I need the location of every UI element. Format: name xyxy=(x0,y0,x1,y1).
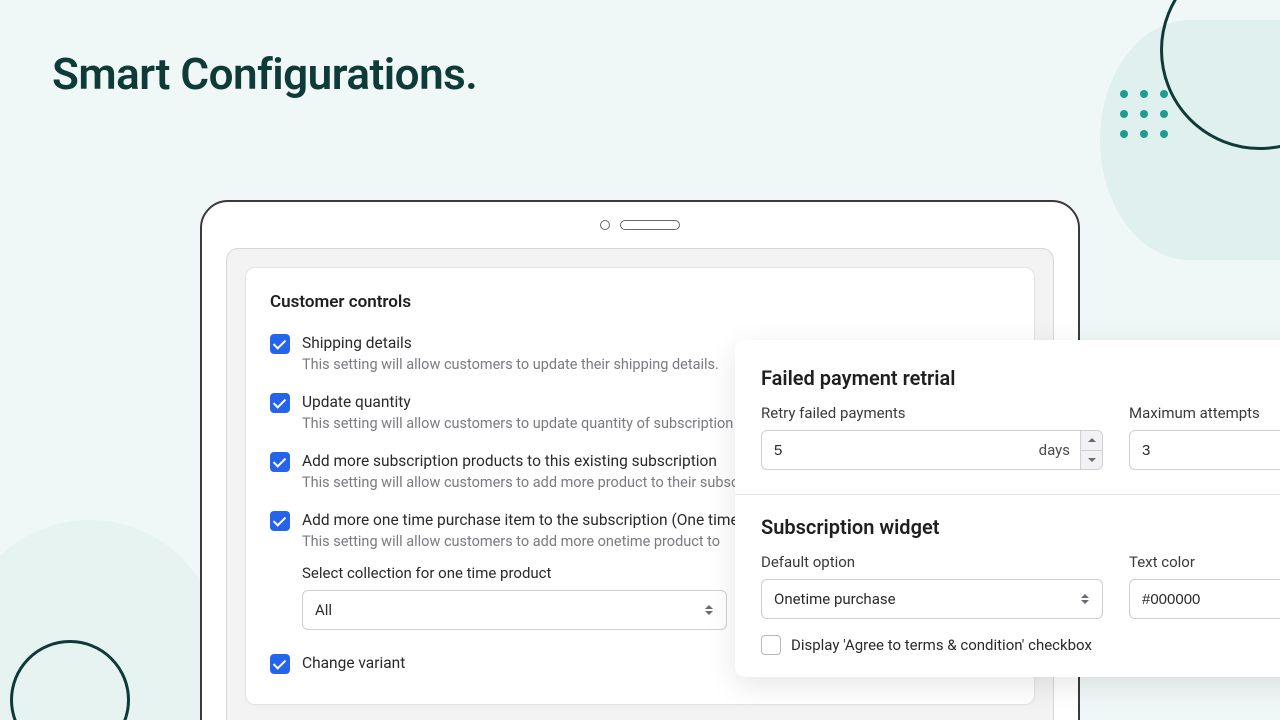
speaker-icon xyxy=(620,220,680,230)
camera-icon xyxy=(600,220,610,230)
text-color-input[interactable] xyxy=(1129,579,1280,619)
retry-label: Retry failed payments xyxy=(761,404,1103,422)
option-label: Update quantity xyxy=(302,393,733,411)
checkbox-add-subscription-products[interactable] xyxy=(270,452,290,472)
checkbox-shipping-details[interactable] xyxy=(270,334,290,354)
checkbox-update-quantity[interactable] xyxy=(270,393,290,413)
stepper-up-button[interactable] xyxy=(1081,431,1102,450)
option-label: Add more subscription products to this e… xyxy=(302,452,780,470)
settings-float-panel: Failed payment retrial Retry failed paym… xyxy=(735,340,1280,677)
terms-checkbox[interactable] xyxy=(761,635,781,655)
device-top-bar xyxy=(202,202,1078,248)
default-option-value: Onetime purchase xyxy=(774,590,896,608)
decoration-dots-grid xyxy=(1120,90,1170,140)
collection-select[interactable]: All xyxy=(302,590,727,630)
retry-days-stepper xyxy=(1080,431,1102,469)
customer-controls-heading: Customer controls xyxy=(270,292,1010,312)
collection-select-value: All xyxy=(315,601,332,619)
option-desc: This setting will allow customers to upd… xyxy=(302,356,719,373)
failed-payment-heading: Failed payment retrial xyxy=(761,366,1280,390)
checkbox-change-variant[interactable] xyxy=(270,654,290,674)
divider xyxy=(735,494,1280,495)
subscription-widget-heading: Subscription widget xyxy=(761,515,1280,539)
option-desc: This setting will allow customers to upd… xyxy=(302,415,733,432)
stepper-down-button[interactable] xyxy=(1081,450,1102,470)
text-color-label: Text color xyxy=(1129,553,1280,571)
checkbox-add-onetime-item[interactable] xyxy=(270,511,290,531)
terms-checkbox-row[interactable]: Display 'Agree to terms & condition' che… xyxy=(761,635,1280,655)
retry-days-input[interactable] xyxy=(762,431,1029,469)
max-attempts-input[interactable] xyxy=(1129,430,1280,470)
terms-checkbox-label: Display 'Agree to terms & condition' che… xyxy=(791,636,1092,654)
default-option-select[interactable]: Onetime purchase xyxy=(761,579,1103,619)
page-title: Smart Configurations. xyxy=(52,48,477,100)
max-attempts-label: Maximum attempts xyxy=(1129,404,1280,422)
updown-icon xyxy=(704,602,714,618)
option-label: Shipping details xyxy=(302,334,719,352)
option-desc: This setting will allow customers to add… xyxy=(302,474,780,491)
option-label: Change variant xyxy=(302,654,405,672)
retry-days-unit: days xyxy=(1029,431,1080,469)
default-option-label: Default option xyxy=(761,553,1103,571)
retry-days-input-group: days xyxy=(761,430,1103,470)
updown-icon xyxy=(1080,591,1090,607)
